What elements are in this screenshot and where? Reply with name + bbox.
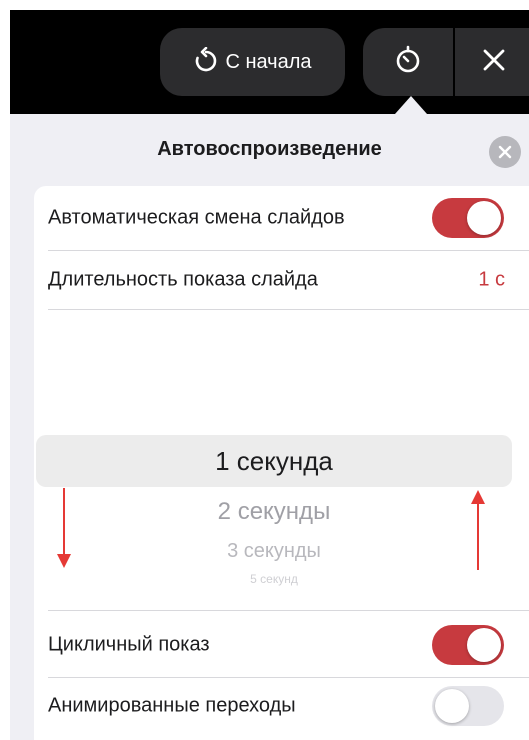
annotation-down-arrow	[57, 488, 71, 568]
restart-label: С начала	[225, 50, 312, 73]
divider	[48, 250, 529, 251]
autoplay-timer-button[interactable]	[363, 28, 453, 96]
auto-advance-row: Автоматическая смена слайдов	[34, 190, 529, 246]
loop-label: Цикличный показ	[48, 633, 210, 656]
toolbar-right-group	[363, 28, 529, 96]
divider	[48, 610, 529, 611]
picker-item-selected[interactable]: 1 секунда	[36, 446, 512, 477]
picker-item[interactable]: 2 секунды	[36, 498, 512, 526]
slide-duration-label: Длительность показа слайда	[48, 268, 318, 291]
loop-toggle[interactable]	[432, 625, 504, 665]
top-toolbar: С начала	[10, 10, 529, 114]
restart-arrow-icon	[193, 46, 219, 78]
divider	[48, 309, 529, 310]
close-button[interactable]	[455, 28, 529, 96]
toggle-knob	[435, 689, 469, 723]
annotation-up-arrow	[471, 490, 485, 570]
picker-item[interactable]: 5 секунд	[36, 572, 512, 586]
stopwatch-icon	[393, 45, 423, 80]
restart-button[interactable]: С начала	[160, 28, 345, 96]
auto-advance-label: Автоматическая смена слайдов	[48, 206, 345, 229]
slide-duration-row[interactable]: Длительность показа слайда 1 с	[34, 252, 529, 308]
animated-transitions-label: Анимированные переходы	[48, 694, 296, 717]
loop-row: Цикличный показ	[34, 617, 529, 673]
toggle-knob	[467, 201, 501, 235]
close-circle-icon[interactable]	[489, 136, 521, 168]
panel-title: Автовоспроизведение	[157, 138, 382, 160]
popover-caret	[395, 96, 427, 114]
picker-item[interactable]: 3 секунды	[36, 540, 512, 563]
autoplay-popover: Автовоспроизведение Автоматическая смена…	[10, 114, 529, 740]
settings-card: Автоматическая смена слайдов Длительност…	[34, 186, 529, 740]
toggle-knob	[467, 628, 501, 662]
auto-advance-toggle[interactable]	[432, 198, 504, 238]
close-x-icon	[481, 47, 507, 78]
animated-transitions-toggle[interactable]	[432, 686, 504, 726]
slide-duration-value: 1 с	[478, 268, 505, 291]
animated-transitions-row: Анимированные переходы	[34, 678, 529, 734]
